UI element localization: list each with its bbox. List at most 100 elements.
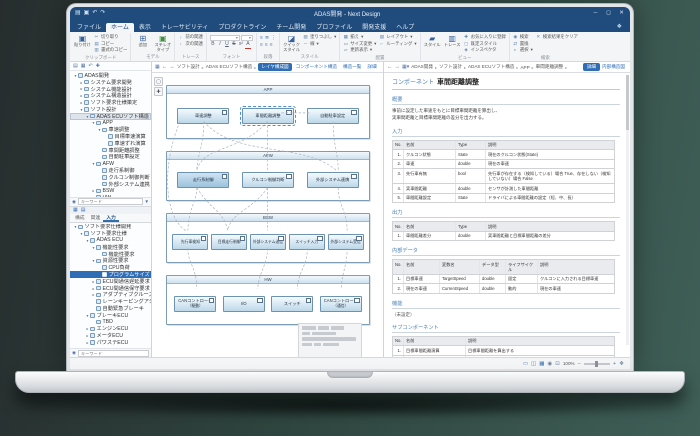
ribbon-tab[interactable]: プロダクトライン [213,23,271,32]
save-icon[interactable]: ▤ [75,7,81,20]
stereotype-button[interactable]: ▣ ステレオタイプ [154,34,171,53]
ribbon-tab[interactable]: 表示 [134,23,156,32]
table-row[interactable]: 1. 車間距離差分 double 実車間距離と目標車間距離の差分 [393,231,615,242]
component-box[interactable]: 外部システム連携 [306,172,359,188]
component-box[interactable]: 自動駐車設定 [306,108,359,124]
layer-container-afw[interactable]: AFW 走行系制御 クルコン制御判断 外部システム連携 [166,151,370,201]
tree-item[interactable]: 自動駐車設定 [70,154,151,160]
component-box[interactable]: CANコントローラ （通信） [319,296,362,312]
undo-icon[interactable]: ↶ [92,7,97,20]
component-box[interactable]: I/O [222,296,265,312]
breadcrumb[interactable]: ソフト設計 [439,64,462,70]
bullet-list-icon[interactable]: ≡ [260,35,263,41]
minimize-button[interactable]: ─ [589,7,602,20]
layer-container-app[interactable]: APP 車速調整 車間距離調整 自動駐車設定 [166,85,370,139]
line-button[interactable]: ─ 線 ▾ [303,41,336,48]
ribbon-tab[interactable]: プロファイル [311,23,357,32]
tree-item[interactable]: レーンキーピングアシスト [70,298,151,305]
tree-item[interactable]: ▾ 機能性要求 [70,244,151,251]
tree-item[interactable]: ▸ システム要求開発 [70,79,151,86]
forward-icon[interactable]: → [169,64,175,70]
next-relation-button[interactable]: ↓ 次の関連 [178,41,203,48]
layer-container-hw[interactable]: HW CANコントローラ （駆動） I/O スイッチ CANコントローラ （通信… [166,275,370,325]
breadcrumb[interactable]: ADAS ECUソフト構造 [206,64,252,70]
component-box[interactable]: 目標走行制御 [211,234,248,250]
style-view-button[interactable]: ▰ スタイル [424,34,441,48]
tree-item[interactable]: 自動緊急ブレーキ [70,305,151,312]
tab-detail[interactable]: 詳細 [365,64,378,70]
model-navigator-icon[interactable]: ▤ [73,63,78,69]
tree-item[interactable]: ▾ ソフト設計 [70,106,151,113]
breadcrumb[interactable]: ADAS ECUソフト構造 [468,64,514,70]
tree-item[interactable]: ▸ ECU間通信保守要求 [70,285,151,292]
add-node-icon[interactable]: ✚ [96,63,100,69]
tree-item[interactable]: ▸ アダプティブクルーズコントロール [70,291,151,298]
table-row[interactable]: 1. 目標車間距離演算 目標車間距離を算出する [393,346,615,356]
tree-item[interactable]: プログラムサイズ [70,271,151,278]
grid-view-icon[interactable]: ▦ [539,358,544,370]
component-box[interactable]: 車速調整 [177,108,230,124]
font-color-button[interactable]: A [244,41,251,49]
component-box[interactable]: CANコントローラ （駆動） [174,296,217,312]
panel-link-icon[interactable]: ▤ [81,207,86,213]
single-view-icon[interactable]: ▭ [523,358,528,370]
tree-item[interactable]: 車速ずれ演算 [70,140,151,147]
tree-item[interactable]: ▾ ソフト要求仕様開発 [70,224,151,230]
grid-view-icon[interactable]: ▦ [81,63,86,69]
tree-item[interactable]: 走行系制御 [70,167,151,174]
tree-item[interactable]: ▸ ECU間通信遅延要求 [70,278,151,285]
tree-item[interactable]: ▸ エンジンECU [70,325,151,332]
paste-button[interactable]: ▣ 貼り付け [74,34,91,48]
tree-item[interactable]: ▸ BSW [70,188,151,195]
table-row[interactable]: 1. 目標車速 TargetSpeed double 固定 クルコンに入力される… [393,274,615,285]
strikethrough-button[interactable]: S [231,41,237,48]
preview-icon[interactable]: ◉ [547,358,552,370]
zoom-out-icon[interactable]: − [578,358,581,370]
trace-view-button[interactable]: ▥ トレース [444,34,461,48]
italic-button[interactable]: I [217,41,223,48]
tree-item[interactable]: ▸ システム構造設計 [70,92,151,99]
tree-item[interactable]: ▸ システム機能設計 [70,86,151,93]
window-icon[interactable]: ▣ [84,7,90,20]
account-icon[interactable]: ❖ [617,23,622,30]
font-family-select[interactable]: ▾ [209,34,240,41]
keyword-search-input[interactable] [77,198,143,205]
ribbon-tab[interactable]: ホーム [106,23,134,32]
tab-component-structure[interactable]: コンポーネント構造 [294,64,339,70]
table-row[interactable]: 1. クルコン状態 State 現在のクルコン状態(State) [393,150,615,160]
tab-relation[interactable]: 関連 [88,214,104,222]
numbered-list-icon[interactable]: ≣ [265,35,269,41]
tab-structure-list[interactable]: 構造一覧 [341,64,363,70]
tab-input[interactable]: 入力 [103,214,119,222]
ribbon-tab[interactable]: 開発支援 [357,23,391,32]
component-box[interactable]: スイッチ入力 [288,234,325,250]
fit-to-screen-icon[interactable]: ❖ [619,358,624,370]
tree-item[interactable]: ▾ ADAS ECUソフト構造 [70,112,151,120]
tree-item[interactable]: 目標車速演算 [70,133,151,140]
breadcrumb[interactable]: APP [520,65,529,70]
scrollbar[interactable] [626,75,629,345]
zoom-slider-thumb[interactable] [594,360,598,367]
tree-item[interactable]: クルコン制御判断 [70,174,151,181]
underline-button[interactable]: U [224,41,230,48]
tree-item[interactable]: 外部システム連携 [70,181,151,188]
split-view-icon[interactable]: ◫ [531,358,536,370]
ribbon-tab[interactable]: トレーサビリティ [156,23,214,32]
forward-icon[interactable]: → [395,64,401,70]
tree-item[interactable]: 車間距離調整 [70,147,151,154]
clear-search-button[interactable]: ✕ 検索結果をクリア [536,34,578,41]
component-box[interactable]: 外部システム送信 [249,234,286,250]
close-button[interactable]: ✕ [615,7,628,20]
document-icon[interactable]: ▦ [155,64,160,70]
component-box[interactable]: 先行車検知 [172,234,209,250]
tab-structure[interactable]: 構成 [72,214,88,222]
layer-container-bsw[interactable]: BSW 先行車検知 目標走行制御 外部システム送信 スイッチ入力 外部システム受… [166,213,370,263]
diagram-canvas[interactable]: ▢ ✚ APP 車速調整 車間距離調整 自動駐車設定 AFW 走行系制御 クルコ… [152,73,383,357]
tree-item[interactable]: TBD [70,319,151,326]
component-box[interactable]: 外部システム受信 [327,234,364,250]
view-menu-icon[interactable]: ▦▾ [402,64,409,70]
tree-item[interactable]: CPU負荷 [70,264,151,271]
zoom-slider[interactable] [583,360,610,367]
tree-item[interactable]: ▸ メータECU [70,332,151,339]
diagram-minimap[interactable] [298,323,362,357]
